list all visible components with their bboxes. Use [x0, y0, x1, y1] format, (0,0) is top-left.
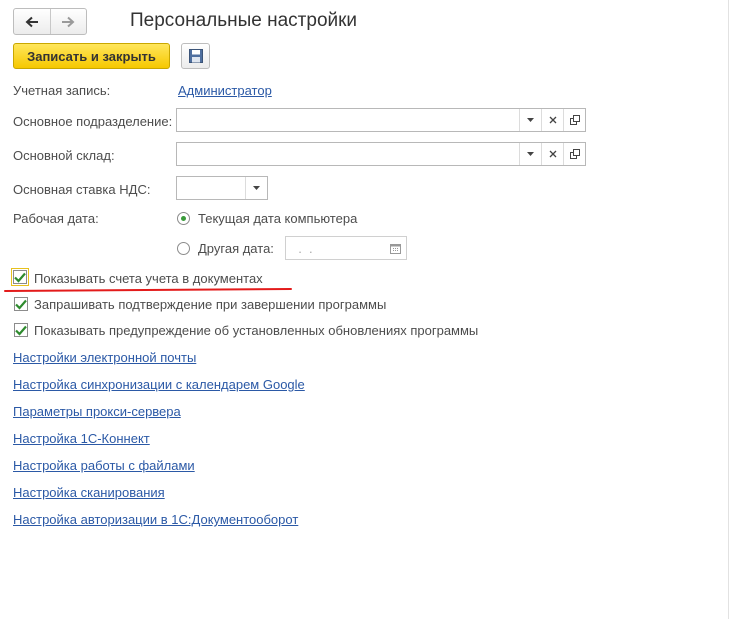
- close-icon: [549, 150, 556, 158]
- checkbox-update-warning[interactable]: [14, 323, 28, 337]
- checkbox-confirm-exit[interactable]: [14, 297, 28, 311]
- chevron-down-icon: [253, 186, 260, 190]
- vat-select[interactable]: [176, 176, 268, 200]
- annotation-underline: [3, 287, 293, 293]
- checkbox-show-accounts-label[interactable]: Показывать счета учета в документах: [34, 271, 263, 286]
- checkbox-show-accounts-focus: [11, 268, 29, 286]
- link-file-settings[interactable]: Настройка работы с файлами: [13, 458, 195, 473]
- open-icon: [569, 115, 580, 125]
- account-link[interactable]: Администратор: [178, 83, 272, 98]
- save-button[interactable]: [181, 43, 210, 69]
- department-label: Основное подразделение:: [13, 114, 173, 129]
- chevron-down-icon: [527, 152, 534, 156]
- department-clear-button[interactable]: [541, 109, 563, 131]
- other-date-input[interactable]: . .: [286, 237, 385, 259]
- open-icon: [569, 149, 580, 159]
- radio-current-date-label[interactable]: Текущая дата компьютера: [198, 211, 357, 226]
- department-open-button[interactable]: [563, 109, 585, 131]
- window-edge: [728, 0, 729, 619]
- close-icon: [549, 116, 556, 124]
- warehouse-clear-button[interactable]: [541, 143, 563, 165]
- save-and-close-button[interactable]: Записать и закрыть: [13, 43, 170, 69]
- page-title: Персональные настройки: [130, 10, 358, 31]
- navigation-buttons: [13, 8, 87, 35]
- link-docflow-auth[interactable]: Настройка авторизации в 1С:Документообор…: [13, 512, 298, 527]
- link-google-calendar-sync[interactable]: Настройка синхронизации с календарем Goo…: [13, 377, 305, 392]
- vat-dropdown-button[interactable]: [245, 177, 267, 199]
- arrow-right-icon: [62, 16, 75, 27]
- chevron-down-icon: [527, 118, 534, 122]
- account-label: Учетная запись:: [13, 83, 111, 98]
- vat-value[interactable]: [177, 177, 245, 199]
- floppy-disk-icon: [188, 49, 203, 63]
- department-value[interactable]: [177, 109, 519, 131]
- warehouse-field[interactable]: [176, 142, 586, 166]
- vat-label: Основная ставка НДС:: [13, 182, 151, 197]
- calendar-icon: [390, 243, 401, 254]
- warehouse-label: Основной склад:: [13, 148, 115, 163]
- radio-current-date[interactable]: [177, 212, 190, 225]
- link-scanning-settings[interactable]: Настройка сканирования: [13, 485, 165, 500]
- back-button[interactable]: [14, 9, 50, 34]
- department-field[interactable]: [176, 108, 586, 132]
- checkmark-icon: [14, 272, 26, 283]
- checkmark-icon: [15, 299, 27, 310]
- link-email-settings[interactable]: Настройки электронной почты: [13, 350, 196, 365]
- warehouse-open-button[interactable]: [563, 143, 585, 165]
- arrow-left-icon: [25, 16, 38, 27]
- warehouse-dropdown-button[interactable]: [519, 143, 541, 165]
- department-dropdown-button[interactable]: [519, 109, 541, 131]
- link-1c-connect[interactable]: Настройка 1С-Коннект: [13, 431, 150, 446]
- link-proxy-settings[interactable]: Параметры прокси-сервера: [13, 404, 181, 419]
- checkbox-update-warning-label[interactable]: Показывать предупреждение об установленн…: [34, 323, 478, 338]
- other-date-field[interactable]: . .: [285, 236, 407, 260]
- warehouse-value[interactable]: [177, 143, 519, 165]
- forward-button[interactable]: [49, 9, 87, 34]
- calendar-button[interactable]: [385, 237, 406, 259]
- checkbox-show-accounts[interactable]: [13, 270, 27, 284]
- workdate-label: Рабочая дата:: [13, 211, 99, 226]
- radio-other-date[interactable]: [177, 242, 190, 255]
- checkmark-icon: [15, 325, 27, 336]
- checkbox-confirm-exit-label[interactable]: Запрашивать подтверждение при завершении…: [34, 297, 386, 312]
- radio-other-date-label[interactable]: Другая дата:: [198, 241, 274, 256]
